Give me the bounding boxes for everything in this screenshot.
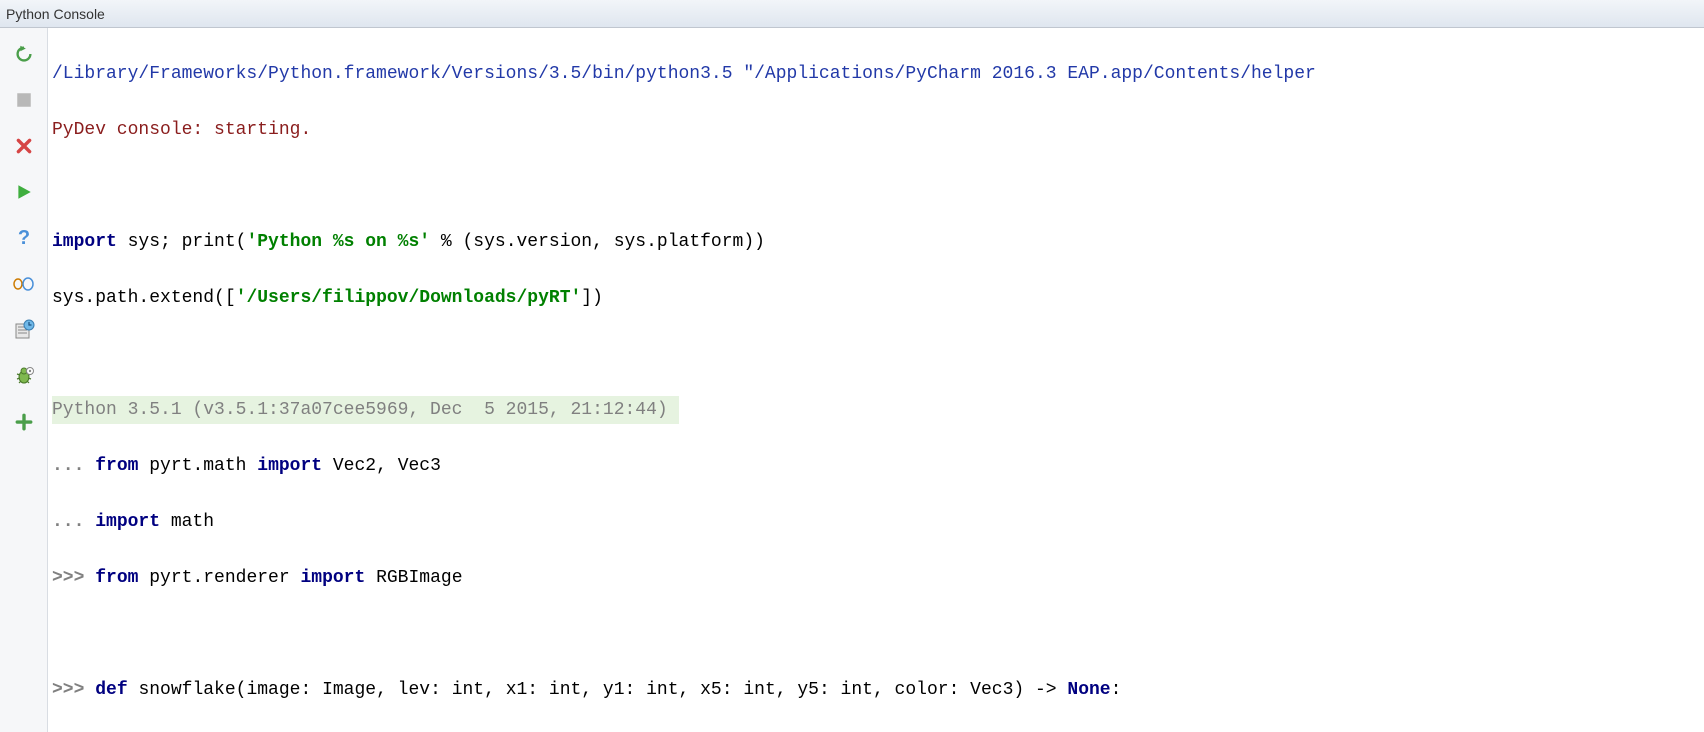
- plus-icon: [15, 413, 33, 431]
- help-button[interactable]: ?: [8, 222, 40, 254]
- svg-text:?: ?: [17, 228, 29, 248]
- console-line: ... import math: [48, 508, 1704, 536]
- main-area: ?: [0, 28, 1704, 732]
- console-line: [48, 172, 1704, 200]
- console-line: /Library/Frameworks/Python.framework/Ver…: [48, 60, 1704, 88]
- debug-button[interactable]: [8, 360, 40, 392]
- title-bar: Python Console: [0, 0, 1704, 28]
- variables-button[interactable]: [8, 268, 40, 300]
- console-line: Python 3.5.1 (v3.5.1:37a07cee5969, Dec 5…: [48, 396, 1704, 424]
- play-icon: [15, 183, 33, 201]
- console-line: >>> from pyrt.renderer import RGBImage: [48, 564, 1704, 592]
- console-line: >>> def snowflake(image: Image, lev: int…: [48, 676, 1704, 704]
- console-line: [48, 340, 1704, 368]
- console-line: sys.path.extend(['/Users/filippov/Downlo…: [48, 284, 1704, 312]
- history-button[interactable]: [8, 314, 40, 346]
- console-toolbar: ?: [0, 28, 48, 732]
- window-title: Python Console: [6, 6, 105, 22]
- console-line: import sys; print('Python %s on %s' % (s…: [48, 228, 1704, 256]
- console-line: PyDev console: starting.: [48, 116, 1704, 144]
- help-icon: ?: [14, 228, 34, 248]
- close-icon: [15, 137, 33, 155]
- variables-icon: [13, 275, 35, 293]
- rerun-button[interactable]: [8, 38, 40, 70]
- execute-button[interactable]: [8, 176, 40, 208]
- bug-icon: [13, 365, 35, 387]
- stop-icon: [15, 91, 33, 109]
- rerun-icon: [13, 43, 35, 65]
- console-line: ... from pyrt.math import Vec2, Vec3: [48, 452, 1704, 480]
- stop-button[interactable]: [8, 84, 40, 116]
- console-line: [48, 620, 1704, 648]
- history-icon: [13, 319, 35, 341]
- new-console-button[interactable]: [8, 406, 40, 438]
- console-output[interactable]: /Library/Frameworks/Python.framework/Ver…: [48, 28, 1704, 732]
- close-button[interactable]: [8, 130, 40, 162]
